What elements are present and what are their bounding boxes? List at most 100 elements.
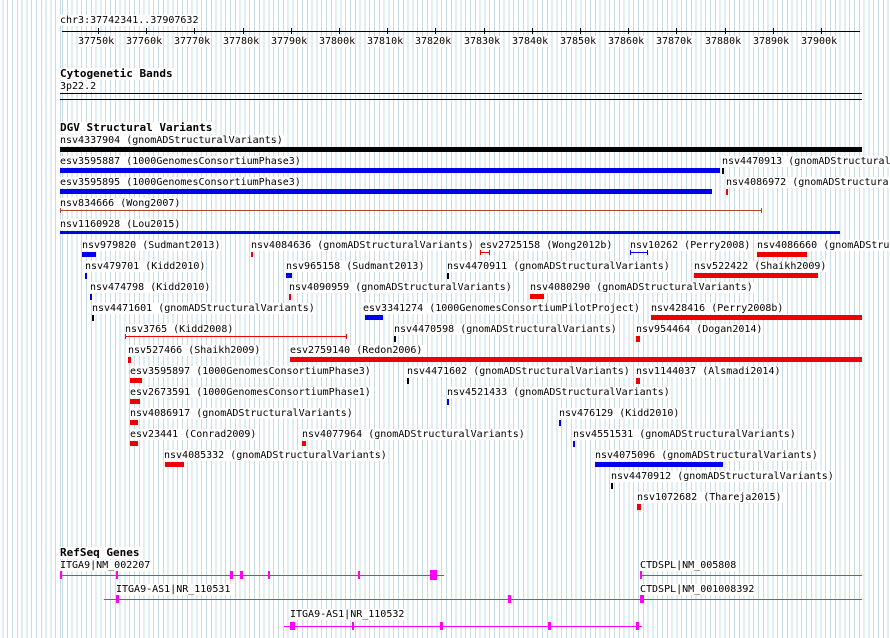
gene-exon[interactable] xyxy=(60,571,62,579)
variant-feature[interactable] xyxy=(130,378,142,383)
refseq-track-title[interactable]: RefSeq Genes xyxy=(60,547,142,559)
variant-label[interactable]: esv3341274 (1000GenomesConsortiumPilotPr… xyxy=(363,303,641,314)
variant-feature[interactable] xyxy=(130,441,138,446)
variant-feature[interactable] xyxy=(757,252,807,257)
variant-feature[interactable] xyxy=(651,315,862,320)
variant-label[interactable]: nsv965158 (Sudmant2013) xyxy=(286,261,426,272)
variant-feature[interactable] xyxy=(125,336,347,337)
variant-label[interactable]: nsv428416 (Perry2008b) xyxy=(651,303,785,314)
variant-label[interactable]: esv2673591 (1000GenomesConsortiumPhase1) xyxy=(130,387,372,398)
gene-label[interactable]: CTDSPL|NM_001008392 xyxy=(640,584,756,595)
variant-label[interactable]: nsv4086917 (gnomADStructuralVariants) xyxy=(130,408,354,419)
variant-feature[interactable] xyxy=(82,252,96,257)
variant-feature[interactable] xyxy=(251,252,253,257)
gene-intron-line[interactable] xyxy=(640,575,862,576)
gene-intron-line[interactable] xyxy=(284,626,642,627)
variant-label[interactable]: nsv4077964 (gnomADStructuralVariants) xyxy=(302,429,526,440)
variant-feature[interactable] xyxy=(130,399,140,404)
variant-feature[interactable] xyxy=(165,462,184,467)
gene-intron-line[interactable] xyxy=(640,599,862,600)
gene-exon[interactable] xyxy=(548,622,551,630)
variant-label[interactable]: nsv1144037 (Alsmadi2014) xyxy=(636,366,782,377)
variant-label[interactable]: nsv474798 (Kidd2010) xyxy=(90,282,212,293)
variant-label[interactable]: nsv1072682 (Thareja2015) xyxy=(637,492,783,503)
gene-exon[interactable] xyxy=(352,622,354,630)
variant-feature[interactable] xyxy=(722,168,724,174)
cyto-band-label[interactable]: 3p22.2 xyxy=(60,81,98,92)
variant-label[interactable]: nsv4470913 (gnomADStructural xyxy=(722,156,890,167)
variant-feature[interactable] xyxy=(90,294,92,300)
variant-feature[interactable] xyxy=(60,168,720,173)
variant-label[interactable]: esv23441 (Conrad2009) xyxy=(130,429,258,440)
variant-feature[interactable] xyxy=(637,504,641,510)
variant-label[interactable]: nsv4337904 (gnomADStructuralVariants) xyxy=(60,135,284,146)
variant-label[interactable]: nsv4521433 (gnomADStructuralVariants) xyxy=(447,387,671,398)
variant-feature[interactable] xyxy=(290,357,862,362)
variant-feature[interactable] xyxy=(60,189,712,194)
variant-feature[interactable] xyxy=(726,189,728,195)
variant-feature[interactable] xyxy=(630,252,648,253)
variant-feature[interactable] xyxy=(60,210,762,211)
variant-label[interactable]: nsv4470912 (gnomADStructuralVariants) xyxy=(611,471,835,482)
gene-exon[interactable] xyxy=(508,595,511,603)
variant-feature[interactable] xyxy=(289,294,291,300)
gene-label[interactable]: ITGA9-AS1|NR_110531 xyxy=(116,584,232,595)
variant-feature[interactable] xyxy=(60,231,840,234)
gene-label[interactable]: ITGA9-AS1|NR_110532 xyxy=(290,609,406,620)
variant-feature[interactable] xyxy=(302,441,306,446)
gene-exon[interactable] xyxy=(636,622,639,630)
variant-label[interactable]: nsv10262 (Perry2008) xyxy=(630,240,752,251)
gene-exon[interactable] xyxy=(290,622,295,630)
gene-exon[interactable] xyxy=(116,595,119,603)
gene-exon[interactable] xyxy=(358,571,360,579)
variant-feature[interactable] xyxy=(447,399,449,405)
variant-label[interactable]: nsv4085332 (gnomADStructuralVariants) xyxy=(164,450,388,461)
gene-exon[interactable] xyxy=(116,571,118,579)
variant-feature[interactable] xyxy=(636,378,640,384)
variant-label[interactable]: nsv4471601 (gnomADStructuralVariants) xyxy=(92,303,316,314)
variant-feature[interactable] xyxy=(407,378,409,384)
gene-label[interactable]: CTDSPL|NM_005808 xyxy=(640,560,738,571)
gene-exon[interactable] xyxy=(640,571,642,579)
variant-feature[interactable] xyxy=(286,273,292,278)
gene-exon[interactable] xyxy=(640,595,642,603)
variant-label[interactable]: esv2759140 (Redon2006) xyxy=(290,345,424,356)
gene-exon[interactable] xyxy=(240,571,243,579)
variant-label[interactable]: nsv4086660 (gnomADStruc xyxy=(757,240,890,251)
gene-exon[interactable] xyxy=(430,570,437,580)
variant-feature[interactable] xyxy=(85,273,87,279)
variant-label[interactable]: nsv522422 (Shaikh2009) xyxy=(694,261,828,272)
variant-feature[interactable] xyxy=(530,294,544,299)
variant-label[interactable]: esv3595895 (1000GenomesConsortiumPhase3) xyxy=(60,177,302,188)
variant-label[interactable]: nsv476129 (Kidd2010) xyxy=(559,408,681,419)
variant-label[interactable]: nsv4075096 (gnomADStructuralVariants) xyxy=(595,450,819,461)
variant-feature[interactable] xyxy=(694,273,818,278)
gene-exon[interactable] xyxy=(440,622,443,630)
variant-label[interactable]: nsv479701 (Kidd2010) xyxy=(85,261,207,272)
variant-label[interactable]: esv3595897 (1000GenomesConsortiumPhase3) xyxy=(130,366,372,377)
variant-label[interactable]: nsv527466 (Shaikh2009) xyxy=(128,345,262,356)
variant-feature[interactable] xyxy=(60,147,862,152)
variant-feature[interactable] xyxy=(447,273,449,279)
dgv-track-title[interactable]: DGV Structural Variants xyxy=(60,122,215,134)
variant-feature[interactable] xyxy=(611,483,613,489)
variant-feature[interactable] xyxy=(365,315,383,320)
gene-exon[interactable] xyxy=(230,571,233,579)
variant-label[interactable]: nsv4470911 (gnomADStructuralVariants) xyxy=(447,261,671,272)
variant-label[interactable]: nsv1160928 (Lou2015) xyxy=(60,219,182,230)
variant-label[interactable]: esv2725158 (Wong2012b) xyxy=(480,240,614,251)
variant-feature[interactable] xyxy=(130,420,138,425)
variant-feature[interactable] xyxy=(636,336,640,342)
variant-feature[interactable] xyxy=(573,441,575,447)
variant-label[interactable]: nsv4471602 (gnomADStructuralVariants) xyxy=(407,366,631,377)
variant-label[interactable]: nsv4086972 (gnomADStructura xyxy=(726,177,890,188)
variant-label[interactable]: nsv4470598 (gnomADStructuralVariants) xyxy=(394,324,618,335)
variant-feature[interactable] xyxy=(595,462,723,467)
cyto-track-title[interactable]: Cytogenetic Bands xyxy=(60,68,175,80)
variant-label[interactable]: nsv4080290 (gnomADStructuralVariants) xyxy=(530,282,754,293)
variant-feature[interactable] xyxy=(92,315,94,321)
variant-label[interactable]: nsv4551531 (gnomADStructuralVariants) xyxy=(573,429,797,440)
variant-label[interactable]: nsv4084636 (gnomADStructuralVariants) xyxy=(251,240,475,251)
variant-feature[interactable] xyxy=(128,357,131,363)
variant-label[interactable]: nsv954464 (Dogan2014) xyxy=(636,324,764,335)
